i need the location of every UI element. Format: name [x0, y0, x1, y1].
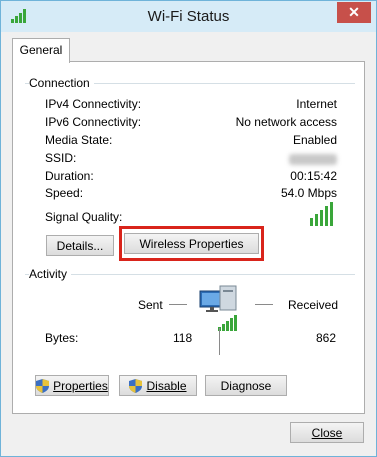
activity-vertical-line: [219, 328, 220, 355]
properties-label: Properties: [53, 379, 108, 393]
close-label: Close: [311, 426, 343, 440]
duration-value: 00:15:42: [290, 169, 337, 183]
bytes-sent-value: 118: [173, 331, 193, 345]
received-line: [255, 304, 273, 305]
duration-label: Duration:: [45, 169, 94, 183]
wireless-properties-highlight: [119, 226, 264, 261]
connection-header: Connection: [29, 76, 94, 90]
title-bar[interactable]: Wi-Fi Status ✕: [1, 1, 376, 32]
ssid-label: SSID:: [45, 151, 77, 165]
ipv4-label: IPv4 Connectivity:: [45, 97, 142, 111]
media-state-label: Media State:: [45, 133, 113, 147]
signal-quality-label: Signal Quality:: [45, 210, 123, 224]
diagnose-label: Diagnose: [220, 379, 272, 393]
details-button-label: Details...: [56, 239, 104, 253]
received-label: Received: [288, 298, 339, 312]
details-button[interactable]: Details...: [46, 235, 114, 256]
tab-general[interactable]: General: [12, 38, 70, 63]
sent-line: [169, 304, 187, 305]
activity-divider: [25, 274, 355, 275]
speed-value: 54.0 Mbps: [280, 186, 337, 200]
properties-button[interactable]: Properties: [35, 375, 109, 396]
uac-shield-icon: [36, 379, 50, 393]
disable-button[interactable]: Disable: [119, 375, 197, 396]
bytes-received-value: 862: [316, 331, 337, 345]
media-state-value: Enabled: [292, 133, 337, 147]
network-computer-icon: [199, 285, 237, 331]
activity-header: Activity: [29, 267, 72, 281]
close-button[interactable]: Close: [290, 422, 364, 443]
uac-shield-icon: [129, 379, 143, 393]
ipv6-label: IPv6 Connectivity:: [45, 115, 142, 129]
signal-bars-icon: [310, 202, 337, 226]
sent-label: Sent: [138, 298, 163, 312]
ipv4-value: Internet: [296, 97, 337, 111]
window-close-button[interactable]: ✕: [337, 2, 371, 23]
speed-label: Speed:: [45, 186, 84, 200]
bytes-label: Bytes:: [45, 331, 79, 345]
window-title: Wi-Fi Status: [147, 8, 230, 25]
ssid-value-blurred: [289, 154, 337, 165]
ipv6-value: No network access: [235, 115, 337, 129]
disable-label: Disable: [146, 379, 187, 393]
wifi-status-window: Wi-Fi Status ✕ General Connection IPv4 C…: [0, 0, 377, 457]
diagnose-button[interactable]: Diagnose: [205, 375, 287, 396]
